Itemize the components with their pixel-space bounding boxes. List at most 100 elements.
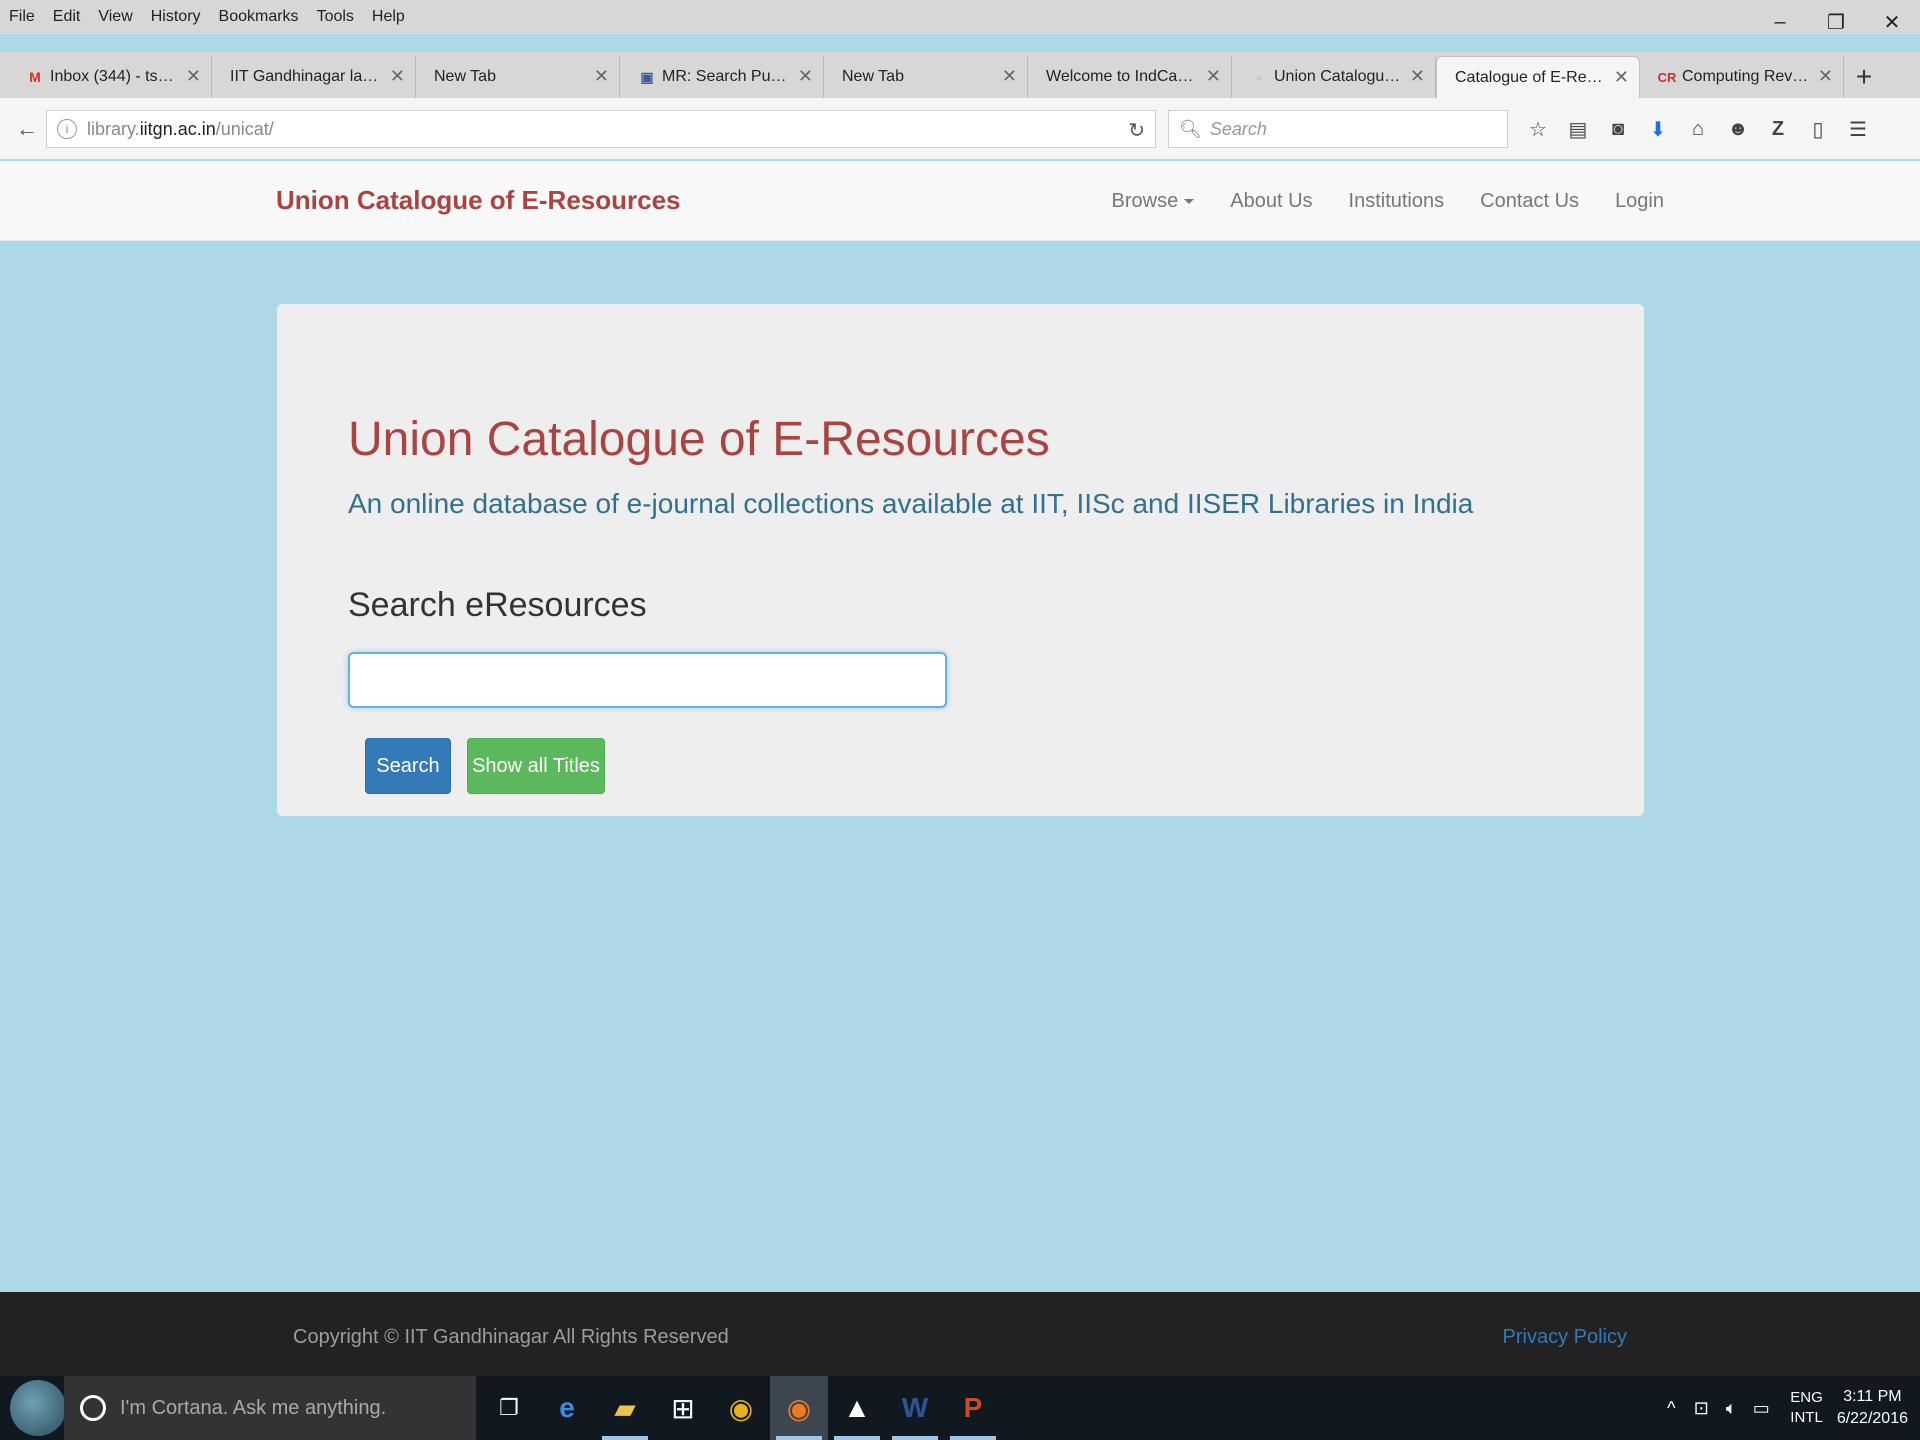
menu-edit[interactable]: Edit <box>44 0 90 34</box>
url-text: library.iitgn.ac.in/unicat/ <box>87 118 274 139</box>
tab-catalogue-eresources[interactable]: Catalogue of E-Resour... ✕ <box>1436 56 1640 98</box>
tab-close-icon[interactable]: ✕ <box>1410 66 1425 87</box>
cr-icon: CR <box>1657 69 1677 85</box>
show-all-titles-button[interactable]: Show all Titles <box>467 738 605 794</box>
search-button[interactable]: Search <box>365 738 451 794</box>
tab-title: Welcome to IndCat | I... <box>1046 68 1197 85</box>
tab-close-icon[interactable]: ✕ <box>798 66 813 87</box>
system-tray: ^ ⊡ 🔈︎ ▭ ENG INTL 3:11 PM 6/22/2016 <box>1656 1376 1908 1440</box>
word-icon[interactable]: W <box>886 1376 944 1440</box>
chevron-up-icon[interactable]: ^ <box>1656 1398 1686 1419</box>
tab-close-icon[interactable]: ✕ <box>1614 67 1629 88</box>
ams-icon: ▣ <box>640 68 654 85</box>
notification-icon[interactable]: ▭ <box>1746 1398 1776 1419</box>
back-arrow-icon[interactable]: ← <box>10 112 44 146</box>
page-title: Union Catalogue of E-Resources <box>348 413 1050 466</box>
zotero-icon[interactable]: Z <box>1758 112 1798 146</box>
site-nav: Browse About Us Institutions Contact Us … <box>1076 161 1664 241</box>
site-brand-link[interactable]: Union Catalogue of E-Resources <box>276 185 681 216</box>
tab-close-icon[interactable]: ✕ <box>186 66 201 87</box>
menu-history[interactable]: History <box>142 0 210 34</box>
tab-new-tab-2[interactable]: New Tab ✕ <box>824 56 1028 98</box>
bookmark-star-icon[interactable]: ☆ <box>1518 112 1558 146</box>
tab-close-icon[interactable]: ✕ <box>1818 66 1833 87</box>
tab-mr-search[interactable]: ▣ MR: Search Public... ✕ <box>620 56 824 98</box>
search-placeholder: Search <box>1209 118 1267 139</box>
menu-bar: File Edit View History Bookmarks Tools H… <box>0 0 1920 34</box>
language-indicator[interactable]: ENG INTL <box>1790 1388 1823 1428</box>
tab-union-catalogue[interactable]: ▫ Union Catalogue o... ✕ <box>1232 56 1436 98</box>
clock[interactable]: 3:11 PM 6/22/2016 <box>1837 1386 1908 1430</box>
pocket-icon[interactable]: ◙ <box>1598 112 1638 146</box>
restore-button[interactable]: ❐ <box>1808 0 1864 44</box>
chrome-icon[interactable]: ◉ <box>712 1376 770 1440</box>
tab-close-icon[interactable]: ✕ <box>594 66 609 87</box>
close-window-button[interactable]: ✕ <box>1864 0 1920 44</box>
search-panel: Union Catalogue of E-Resources An online… <box>277 304 1644 816</box>
gmail-icon: M <box>29 69 41 85</box>
tab-title: Computing Revie... <box>1682 68 1809 85</box>
search-heading: Search eResources <box>348 586 647 624</box>
home-icon[interactable]: ⌂ <box>1678 112 1718 146</box>
taskbar-apps: ❐ e ▰ ⊞ ◉ ◉ ▲ W P <box>480 1376 1002 1440</box>
menu-view[interactable]: View <box>89 0 141 34</box>
firefox-icon[interactable]: ◉ <box>770 1376 828 1440</box>
address-bar[interactable]: i library.iitgn.ac.in/unicat/ ↻ <box>46 110 1156 148</box>
nav-institutions[interactable]: Institutions <box>1349 190 1445 213</box>
nav-about-us[interactable]: About Us <box>1230 190 1312 213</box>
start-button[interactable] <box>10 1380 66 1436</box>
cortana-placeholder: I'm Cortana. Ask me anything. <box>120 1396 387 1419</box>
tab-inbox[interactable]: M Inbox (344) - tsku... ✕ <box>8 56 212 98</box>
search-icon: 🔍︎ <box>1179 118 1202 139</box>
download-icon[interactable]: ⬇ <box>1638 112 1678 146</box>
navigation-toolbar: ← i library.iitgn.ac.in/unicat/ ↻ 🔍︎ Sea… <box>0 98 1920 160</box>
bookmarks-list-icon[interactable]: ▤ <box>1558 112 1598 146</box>
menu-bookmarks[interactable]: Bookmarks <box>210 0 308 34</box>
tab-new-tab-1[interactable]: New Tab ✕ <box>416 56 620 98</box>
task-view-icon[interactable]: ❐ <box>480 1376 538 1440</box>
tab-indcat[interactable]: Welcome to IndCat | I... ✕ <box>1028 56 1232 98</box>
tab-close-icon[interactable]: ✕ <box>1002 66 1017 87</box>
new-tab-button[interactable]: + <box>1844 56 1884 98</box>
tab-title: New Tab <box>434 68 496 85</box>
tab-strip: M Inbox (344) - tsku... ✕ IIT Gandhinaga… <box>0 52 1920 98</box>
file-explorer-icon[interactable]: ▰ <box>596 1376 654 1440</box>
sidebar-icon[interactable]: ▯ <box>1798 112 1838 146</box>
nav-browse-dropdown[interactable]: Browse <box>1112 190 1195 213</box>
tab-title: Union Catalogue o... <box>1274 68 1401 85</box>
info-icon[interactable]: i <box>57 119 77 139</box>
chevron-down-icon <box>1184 198 1195 204</box>
tab-close-icon[interactable]: ✕ <box>390 66 405 87</box>
tab-close-icon[interactable]: ✕ <box>1206 66 1221 87</box>
windows-taskbar: I'm Cortana. Ask me anything. ❐ e ▰ ⊞ ◉ … <box>0 1376 1920 1440</box>
tab-title: IIT Gandhinagar launc... <box>230 68 381 85</box>
toolbar-icons: ☆ ▤ ◙ ⬇ ⌂ ☻ Z ▯ ☰ <box>1518 112 1878 146</box>
minimize-button[interactable]: – <box>1752 0 1808 44</box>
site-header: Union Catalogue of E-Resources Browse Ab… <box>0 161 1920 241</box>
cortana-icon <box>80 1395 106 1421</box>
reload-icon[interactable]: ↻ <box>1128 118 1145 143</box>
edge-icon[interactable]: e <box>538 1376 596 1440</box>
menu-help[interactable]: Help <box>363 0 414 34</box>
tab-title: New Tab <box>842 68 904 85</box>
menu-file[interactable]: File <box>0 0 44 34</box>
cortana-search-box[interactable]: I'm Cortana. Ask me anything. <box>64 1376 476 1440</box>
volume-icon[interactable]: 🔈︎ <box>1716 1398 1746 1419</box>
privacy-policy-link[interactable]: Privacy Policy <box>1503 1326 1627 1349</box>
window-controls: – ❐ ✕ <box>1752 0 1920 44</box>
photos-icon[interactable]: ▲ <box>828 1376 886 1440</box>
tab-iit-gandhinagar[interactable]: IIT Gandhinagar launc... ✕ <box>212 56 416 98</box>
nav-login[interactable]: Login <box>1615 190 1664 213</box>
hello-icon[interactable]: ☻ <box>1718 112 1758 146</box>
store-icon[interactable]: ⊞ <box>654 1376 712 1440</box>
browser-search-bar[interactable]: 🔍︎ Search <box>1168 110 1508 148</box>
nav-contact-us[interactable]: Contact Us <box>1480 190 1579 213</box>
network-icon[interactable]: ⊡ <box>1686 1398 1716 1419</box>
menu-tools[interactable]: Tools <box>308 0 363 34</box>
eresource-search-input[interactable] <box>348 652 947 708</box>
page-icon: ▫ <box>1256 69 1262 85</box>
tab-computing-reviews[interactable]: CR Computing Revie... ✕ <box>1640 56 1844 98</box>
powerpoint-icon[interactable]: P <box>944 1376 1002 1440</box>
copyright-text: Copyright © IIT Gandhinagar All Rights R… <box>293 1326 729 1348</box>
hamburger-menu-icon[interactable]: ☰ <box>1838 112 1878 146</box>
